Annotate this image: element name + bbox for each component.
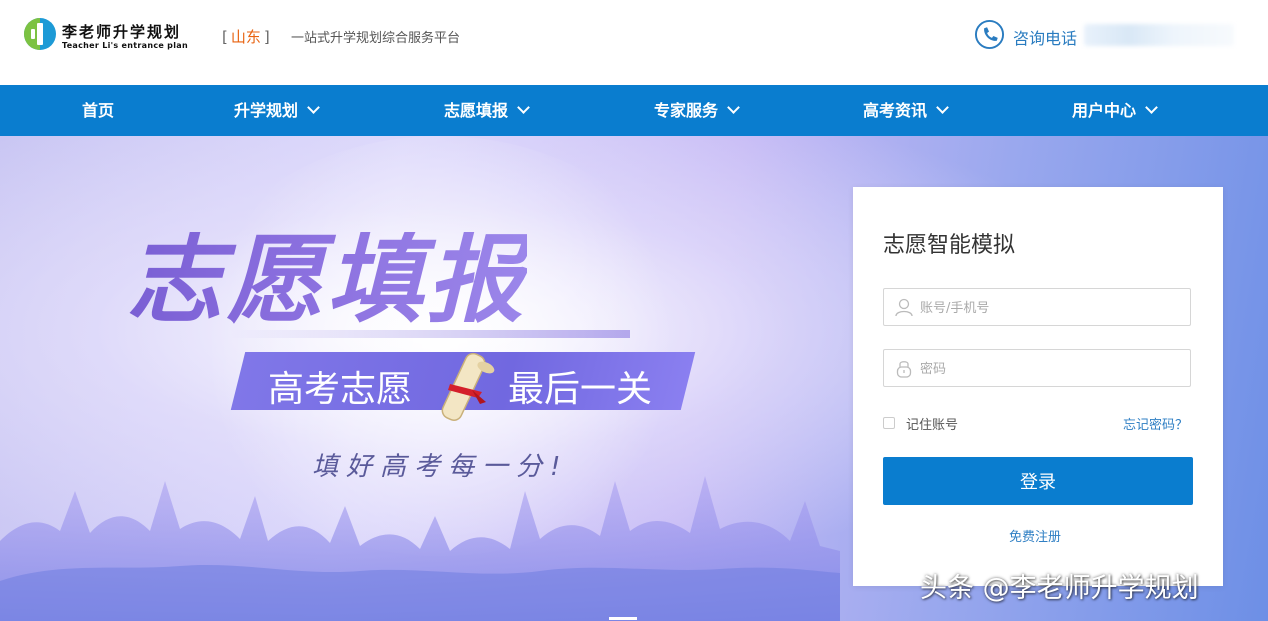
region-city[interactable]: 山东 — [231, 28, 261, 46]
password-input[interactable] — [918, 350, 1182, 388]
login-title: 志愿智能模拟 — [883, 233, 1016, 258]
hero-underline — [230, 330, 630, 338]
nav-item-admission-planning[interactable]: 升学规划 — [234, 85, 320, 136]
hero-title: 志愿填报 — [127, 224, 527, 336]
nav-item-expert-service[interactable]: 专家服务 — [654, 85, 740, 136]
nav-item-label: 志愿填报 — [444, 101, 509, 120]
diploma-scroll-icon — [441, 352, 495, 421]
account-field[interactable] — [883, 288, 1191, 327]
account-input[interactable] — [918, 289, 1182, 327]
nav-item-exam-news[interactable]: 高考资讯 — [863, 85, 949, 136]
chevron-down-icon — [936, 101, 949, 114]
password-field[interactable] — [883, 349, 1191, 388]
toutiao-watermark: 头条 @李老师升学规划 — [920, 573, 1199, 604]
chevron-down-icon — [307, 101, 320, 114]
lock-icon — [896, 361, 912, 378]
login-panel: 志愿智能模拟 记住账号 忘记密码？ 登录 免费注册 — [853, 187, 1223, 586]
header: 李老师升学规划 Teacher Li's entrance plan [山东] … — [0, 0, 1268, 85]
phone-icon — [974, 19, 1005, 50]
remember-checkbox[interactable] — [883, 417, 895, 429]
carousel-indicator[interactable] — [609, 617, 637, 620]
region-selector[interactable]: [山东] — [222, 26, 270, 47]
chevron-down-icon — [1145, 101, 1158, 114]
nav-item-home[interactable]: 首页 — [82, 85, 114, 136]
logo-title: 李老师升学规划 — [62, 23, 182, 41]
chevron-down-icon — [517, 101, 530, 114]
logo-subtitle: Teacher Li's entrance plan — [62, 41, 188, 50]
region-bracket-open: [ — [222, 28, 228, 46]
nav-item-volunteer-filling[interactable]: 志愿填报 — [444, 85, 530, 136]
region-bracket-close: ] — [263, 28, 270, 46]
nav-item-label: 高考资讯 — [863, 101, 928, 120]
main-nav: 首页 升学规划 志愿填报 专家服务 高考资讯 用户中心 — [0, 85, 1268, 136]
forgot-password-link[interactable]: 忘记密码？ — [1123, 414, 1188, 433]
nav-item-label: 首页 — [82, 101, 115, 120]
site-logo[interactable]: 李老师升学规划 Teacher Li's entrance plan — [22, 15, 197, 57]
free-register-link[interactable]: 免费注册 — [1009, 526, 1061, 545]
phone-number-redacted — [1084, 24, 1234, 46]
nav-item-label: 升学规划 — [234, 101, 299, 120]
nav-item-label: 用户中心 — [1072, 101, 1137, 120]
hero-slogan: 填好高考每一分! — [312, 452, 569, 482]
remember-label: 记住账号 — [906, 418, 959, 433]
login-button[interactable]: 登录 — [883, 457, 1193, 505]
nav-item-label: 专家服务 — [654, 101, 719, 120]
user-icon — [895, 298, 913, 317]
phone-label: 咨询电话 — [1013, 29, 1078, 48]
hero-band-left-text: 高考志愿 — [268, 369, 413, 410]
logo-mark-icon — [24, 18, 56, 50]
chevron-down-icon — [727, 101, 740, 114]
site-tagline: 一站式升学规划综合服务平台 — [291, 31, 461, 46]
hero-band-right-text: 最后一关 — [508, 369, 653, 410]
nav-item-user-center[interactable]: 用户中心 — [1072, 85, 1158, 136]
